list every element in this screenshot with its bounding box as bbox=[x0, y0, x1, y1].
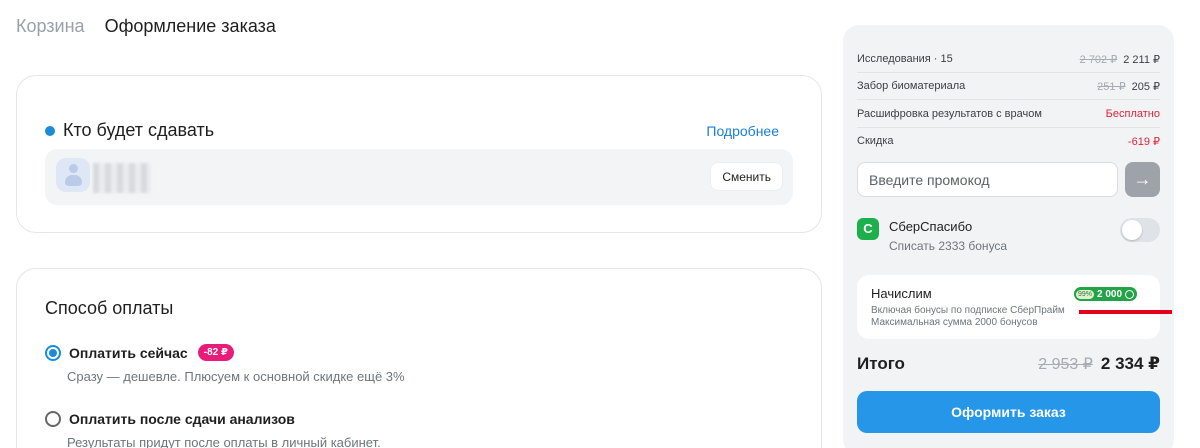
radio-unselected-icon[interactable] bbox=[45, 411, 61, 427]
total-old-price: 2 953 ₽ bbox=[1038, 356, 1093, 373]
breadcrumb-cart-link[interactable]: Корзина bbox=[16, 16, 85, 37]
bonus-coin-icon bbox=[1125, 289, 1135, 299]
summary-line-decoding: Расшифровка результатов с врачом Бесплат… bbox=[857, 108, 1160, 120]
sberspasibo-subtitle: Списать 2333 бонуса bbox=[889, 239, 1008, 253]
red-underline-annotation bbox=[1079, 310, 1172, 314]
order-summary: Исследования · 15 2 702 ₽2 211 ₽ Забор б… bbox=[843, 25, 1174, 448]
person-row: Сменить bbox=[45, 149, 793, 205]
promo-code-input[interactable] bbox=[857, 162, 1118, 197]
payment-option-label: Оплатить сейчас bbox=[69, 344, 188, 361]
radio-selected-icon[interactable] bbox=[45, 344, 61, 361]
sberspasibo-title: СберСпасибо bbox=[889, 219, 973, 234]
breadcrumb: Корзина Оформление заказа bbox=[16, 16, 276, 37]
bonus-badge: 99% 2 000 bbox=[1074, 287, 1138, 301]
arrow-right-icon: → bbox=[1133, 169, 1152, 189]
divider bbox=[857, 72, 1160, 73]
payment-option-later[interactable]: Оплатить после сдачи анализов bbox=[45, 411, 295, 427]
payment-option-now[interactable]: Оплатить сейчас -82 ₽ bbox=[45, 344, 234, 361]
accrue-line-2: Максимальная сумма 2000 бонусов bbox=[871, 317, 1038, 328]
status-dot-icon bbox=[45, 125, 55, 136]
page-title: Оформление заказа bbox=[104, 16, 276, 36]
who-heading: Кто будет сдавать bbox=[45, 120, 214, 141]
summary-line-biomaterial: Забор биоматериала 251 ₽205 ₽ bbox=[857, 80, 1160, 93]
payment-card: Способ оплаты Оплатить сейчас -82 ₽ Сраз… bbox=[16, 268, 822, 448]
summary-line-tests: Исследования · 15 2 702 ₽2 211 ₽ bbox=[857, 53, 1160, 66]
toggle-knob bbox=[1122, 220, 1142, 240]
person-name-redacted bbox=[93, 163, 151, 193]
payment-title: Способ оплаты bbox=[45, 298, 174, 318]
sberspasibo-logo-icon: С bbox=[857, 218, 879, 240]
change-person-button[interactable]: Сменить bbox=[710, 162, 783, 191]
divider bbox=[857, 127, 1160, 128]
accrue-bonus-card: Начислим Включая бонусы по подписке Сбер… bbox=[857, 275, 1160, 339]
divider bbox=[857, 99, 1160, 100]
total-values: 2 953 ₽ 2 334 ₽ bbox=[1038, 354, 1160, 374]
sberspasibo-toggle[interactable] bbox=[1120, 218, 1160, 242]
payment-option-description: Результаты придут после оплаты в личный … bbox=[67, 435, 381, 448]
accrue-line-1: Включая бонусы по подписке СберПрайм bbox=[871, 305, 1065, 316]
summary-line-discount: Скидка -619 ₽ bbox=[857, 135, 1160, 148]
avatar-icon bbox=[56, 158, 90, 192]
who-card: Кто будет сдавать Подробнее Сменить bbox=[16, 75, 822, 233]
discount-badge: -82 ₽ bbox=[197, 344, 234, 361]
total-price: 2 334 ₽ bbox=[1100, 354, 1160, 373]
more-link[interactable]: Подробнее bbox=[706, 123, 779, 139]
bonus-value: 2 000 bbox=[1097, 288, 1123, 300]
total-label: Итого bbox=[857, 354, 905, 373]
payment-option-description: Сразу — дешевле. Плюсуем к основной скид… bbox=[67, 369, 405, 384]
promo-apply-button[interactable]: → bbox=[1125, 162, 1160, 197]
bonus-percent: 99% bbox=[1076, 289, 1095, 299]
accrue-title: Начислим bbox=[871, 286, 932, 301]
place-order-button[interactable]: Оформить заказ bbox=[857, 391, 1160, 433]
who-title: Кто будет сдавать bbox=[63, 120, 215, 140]
payment-option-label: Оплатить после сдачи анализов bbox=[69, 411, 295, 427]
